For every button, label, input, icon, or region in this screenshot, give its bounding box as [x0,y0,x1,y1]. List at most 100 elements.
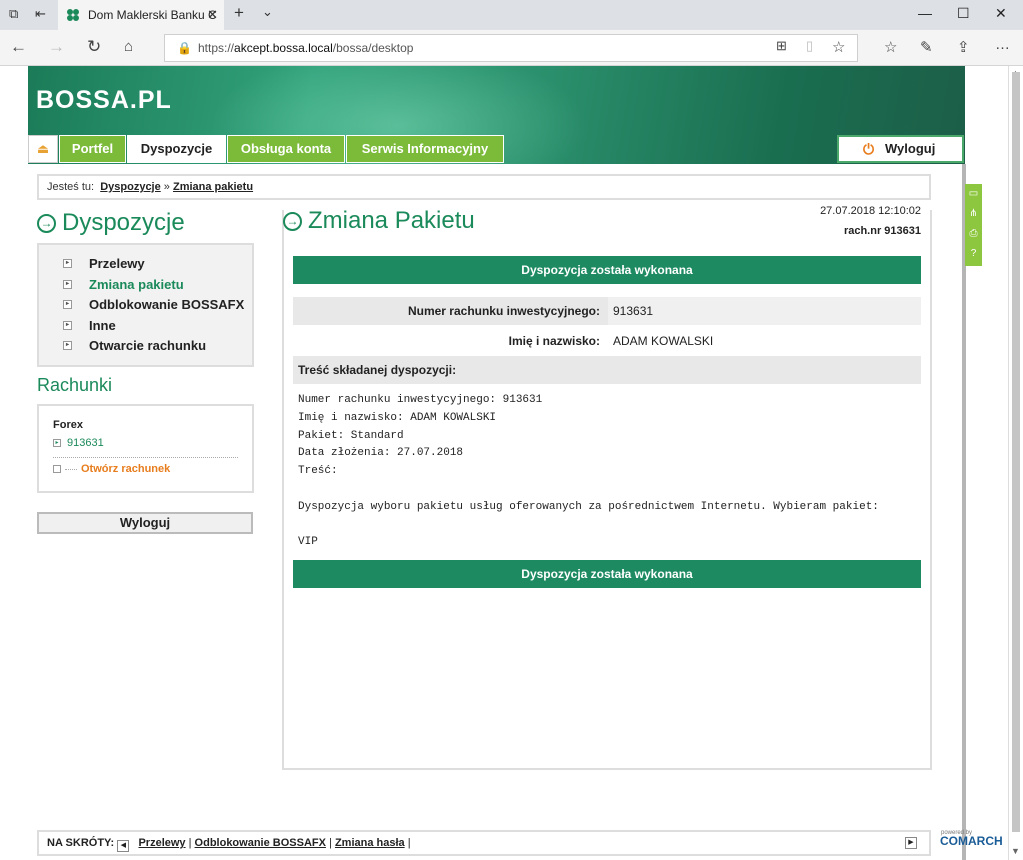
power-icon: ⏻ [863,141,875,157]
url-field[interactable]: 🔒 https://akcept.bossa.local/bossa/deskto… [164,34,858,62]
extensions-icon[interactable]: ⊞ [776,38,787,54]
left-menu: ▸ Przelewy ▸ Zmiana pakietu ▸ Odblokowanie … [37,243,254,367]
tab-title: Dom Maklerski Banku C [88,8,217,22]
expand-icon: ▸ [53,439,61,447]
logout-left-button[interactable]: Wyloguj [37,512,253,534]
expand-icon: ▸ [63,259,72,268]
sitemap-icon[interactable]: ⋔ [965,204,982,224]
datetime: 27.07.2018 12:10:02 [820,205,921,217]
menu-label: Zmiana pakietu [89,276,184,292]
forward-icon[interactable]: → [48,37,65,57]
shortcut-przelewy[interactable]: Przelewy [138,837,185,849]
comarch-text: COMARCH [940,834,1003,848]
print-icon[interactable]: ⎙ [965,224,982,244]
account-reference: rach.nr 913631 [843,225,921,237]
favorites-hub-icon[interactable]: ☆ [884,38,897,56]
home-icon[interactable]: ⌂ [124,38,133,55]
shortcut-odblokowanie[interactable]: Odblokowanie BOSSAFX [195,837,326,849]
success-banner-top: Dyspozycja została wykonana [293,256,921,284]
breadcrumb-zmiana-pakietu[interactable]: Zmiana pakietu [173,181,253,193]
browser-titlebar: ⧉ ⇤ Dom Maklerski Banku C ✕ + ⌄ — ☐ ✕ [0,0,1023,30]
set-aside-tabs-icon[interactable]: ⇤ [35,6,46,22]
powered-by: powered by [941,830,973,836]
scroll-down-icon[interactable]: ▼ [1011,846,1020,856]
minimize-icon[interactable]: — [918,5,932,21]
account-category: Forex [53,419,83,431]
field-label: Imię i nazwisko: [508,334,600,348]
menu-item-otwarcie-rachunku[interactable]: ▸ Otwarcie rachunku [39,338,252,359]
shortcut-zmiana-hasla[interactable]: Zmiana hasła [335,837,405,849]
tab-serwis-informacyjny[interactable]: Serwis Informacyjny [346,135,504,163]
menu-label: Odblokowanie BOSSAFX [89,297,245,312]
lock-icon: 🔒 [177,41,192,55]
tab-dyspozycje[interactable]: Dyspozycje [127,135,226,163]
breadcrumb: Jesteś tu: Dyspozycje » Zmiana pakietu [37,174,931,200]
screen-icon[interactable]: ▭ [965,184,982,204]
menu-item-zmiana-pakietu[interactable]: ▸ Zmiana pakietu [39,277,252,298]
close-window-icon[interactable]: ✕ [995,5,1007,22]
expand-icon: ▸ [63,320,72,330]
reading-view-icon[interactable]: ▯ [806,38,813,54]
open-account-link[interactable]: Otwórz rachunek [53,463,238,475]
comarch-logo: powered by COMARCH [940,830,1003,848]
new-tab-icon[interactable]: + [234,3,244,23]
clover-favicon-icon [67,9,79,21]
side-tools: ▭ ⋔ ⎙ ? [965,184,982,266]
expand-icon: ▸ [63,300,72,309]
browser-tab[interactable]: Dom Maklerski Banku C ✕ [58,0,224,30]
tab-portfel[interactable]: Portfel [59,135,126,163]
tab-actions-icon[interactable]: ⧉ [9,6,18,22]
favorite-star-icon[interactable]: ☆ [832,38,845,56]
url-host: akcept.bossa.local [234,41,333,55]
refresh-icon[interactable]: ↻ [87,37,101,57]
expand-icon [53,465,61,473]
open-account-label: Otwórz rachunek [81,463,171,475]
shortcuts-label: NA SKRÓTY: [47,837,115,849]
maximize-icon[interactable]: ☐ [957,5,970,22]
tab-obsluga-konta[interactable]: Obsługa konta [227,135,345,163]
url-path: /bossa/desktop [332,41,414,55]
left-section-title: → Dyspozycje [37,209,185,237]
field-label: Numer rachunku inwestycyjnego: [407,304,600,318]
content-right-border [962,164,966,860]
share-icon[interactable]: ⇪ [957,38,970,56]
tab-list-chevron-icon[interactable]: ⌄ [262,4,273,20]
account-number: 913631 [67,437,104,449]
home-arrow-icon[interactable]: ⏏ [28,135,58,163]
close-tab-icon[interactable]: ✕ [207,7,218,23]
back-icon[interactable]: ← [10,37,27,57]
logo-text: BOSSA.PL [36,86,172,114]
breadcrumb-dyspozycje[interactable]: Dyspozycje [100,181,161,193]
pen-icon[interactable]: ✎ [920,38,933,56]
arrow-circle-icon: → [283,212,302,231]
help-icon[interactable]: ? [965,244,982,264]
arrow-circle-icon: → [37,214,56,233]
more-icon[interactable]: … [995,36,1010,53]
bossa-logo[interactable]: BOSSA.PL [36,86,172,115]
menu-item-przelewy[interactable]: ▸ Przelewy [39,256,252,277]
divider [53,457,238,458]
logout-label: Wyloguj [885,141,936,156]
breadcrumb-prefix: Jesteś tu: [47,181,95,193]
account-link[interactable]: ▸ 913631 [53,437,238,449]
scrollbar-thumb[interactable] [1012,72,1020,832]
accounts-box: Forex ▸ 913631 Otwórz rachunek [37,404,254,493]
field-value: ADAM KOWALSKI [613,334,714,348]
menu-item-odblokowanie-bossafx[interactable]: ▸ Odblokowanie BOSSAFX [39,297,252,318]
left-title-text: Dyspozycje [62,209,185,236]
section-header: Treść składanej dyspozycji: [293,356,921,384]
disposition-text: Numer rachunku inwestycyjnego: 913631 Im… [298,394,879,549]
menu-item-inne[interactable]: ▸ Inne [39,318,252,339]
menu-label: Otwarcie rachunku [89,338,207,353]
url-prefix: https:// [198,41,235,55]
menu-label: Przelewy [89,256,145,271]
expand-icon: ▸ [63,341,72,350]
field-row-account: Numer rachunku inwestycyjnego: 913631 [293,297,921,325]
scroll-right-icon[interactable]: ▶ [905,837,917,849]
scroll-left-icon[interactable]: ◀ [117,840,130,852]
accounts-title: Rachunki [37,375,113,395]
menu-label: Inne [89,317,116,333]
vertical-scrollbar[interactable]: ▲ ▼ [1008,66,1023,860]
field-row-name: Imię i nazwisko: ADAM KOWALSKI [293,327,921,355]
logout-button[interactable]: ⏻ Wyloguj [837,135,964,163]
